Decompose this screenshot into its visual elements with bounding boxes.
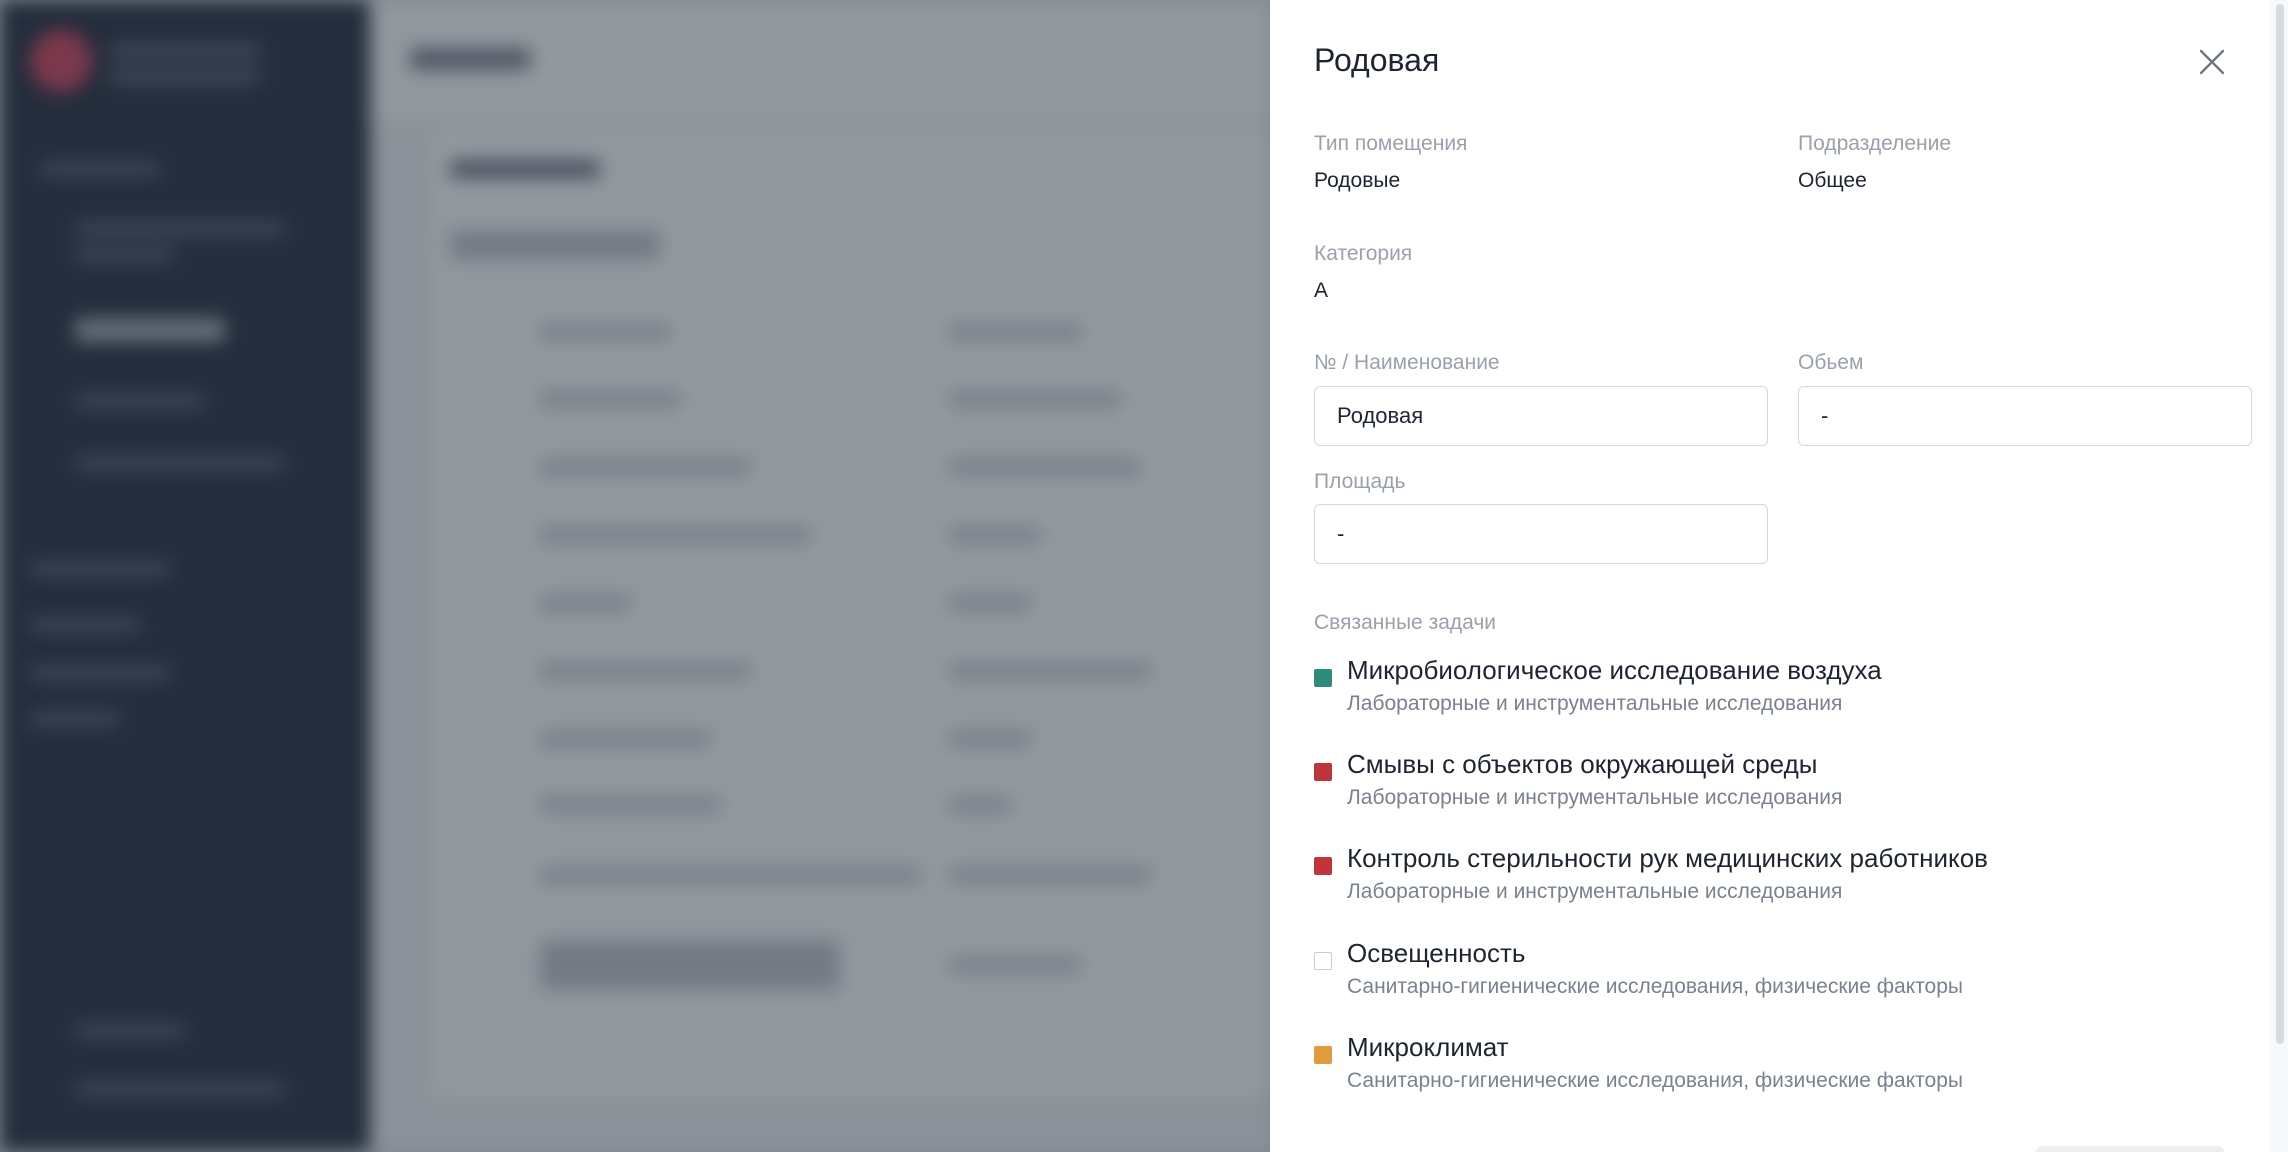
task-title: Смывы с объектов окружающей среды xyxy=(1347,749,1818,779)
volume-input[interactable] xyxy=(1798,386,2252,446)
room-type-label: Тип помещения xyxy=(1314,132,1468,155)
task-title: Контроль стерильности рук медицинских ра… xyxy=(1347,843,1988,873)
area-input[interactable] xyxy=(1314,504,1768,564)
modal-overlay[interactable] xyxy=(0,0,1270,1152)
task-title: Микроклимат xyxy=(1347,1032,1509,1062)
division-label: Подразделение xyxy=(1798,132,1952,155)
scrollbar-thumb[interactable] xyxy=(2276,4,2284,1044)
task-item[interactable]: Смывы с объектов окружающей среды Лабора… xyxy=(1314,749,2214,829)
task-color-swatch xyxy=(1314,669,1332,687)
close-button[interactable] xyxy=(2194,44,2230,80)
task-item[interactable]: Освещенность Санитарно-гигиенические исс… xyxy=(1314,938,2214,1018)
task-subtitle: Лабораторные и инструментальные исследов… xyxy=(1347,880,1843,903)
footer-button[interactable] xyxy=(2035,1146,2225,1152)
task-title: Освещенность xyxy=(1347,938,1526,968)
area-label: Площадь xyxy=(1314,470,1406,493)
task-color-swatch xyxy=(1314,952,1332,970)
related-tasks-label: Связанные задачи xyxy=(1314,611,1497,634)
name-input[interactable] xyxy=(1314,386,1768,446)
task-item[interactable]: Контроль стерильности рук медицинских ра… xyxy=(1314,843,2214,923)
category-value: А xyxy=(1314,279,1329,302)
task-color-swatch xyxy=(1314,763,1332,781)
task-item[interactable]: Микробиологическое исследование воздуха … xyxy=(1314,655,2214,735)
task-subtitle: Лабораторные и инструментальные исследов… xyxy=(1347,786,1843,809)
volume-label: Обьем xyxy=(1798,351,1864,374)
room-type-value: Родовые xyxy=(1314,169,1401,192)
task-color-swatch xyxy=(1314,1046,1332,1064)
task-item[interactable]: Микроклимат Санитарно-гигиенические иссл… xyxy=(1314,1032,2214,1112)
task-color-swatch xyxy=(1314,857,1332,875)
details-drawer: Родовая Тип помещения Родовые Подразделе… xyxy=(1270,0,2288,1152)
task-subtitle: Лабораторные и инструментальные исследов… xyxy=(1347,692,1843,715)
category-label: Категория xyxy=(1314,242,1413,265)
task-subtitle: Санитарно-гигиенические исследования, фи… xyxy=(1347,975,1963,998)
task-title: Микробиологическое исследование воздуха xyxy=(1347,655,1882,685)
drawer-title: Родовая xyxy=(1314,42,1440,78)
division-value: Общее xyxy=(1798,169,1867,192)
close-icon xyxy=(2199,49,2225,75)
name-label: № / Наименование xyxy=(1314,351,1500,374)
task-subtitle: Санитарно-гигиенические исследования, фи… xyxy=(1347,1069,1963,1092)
